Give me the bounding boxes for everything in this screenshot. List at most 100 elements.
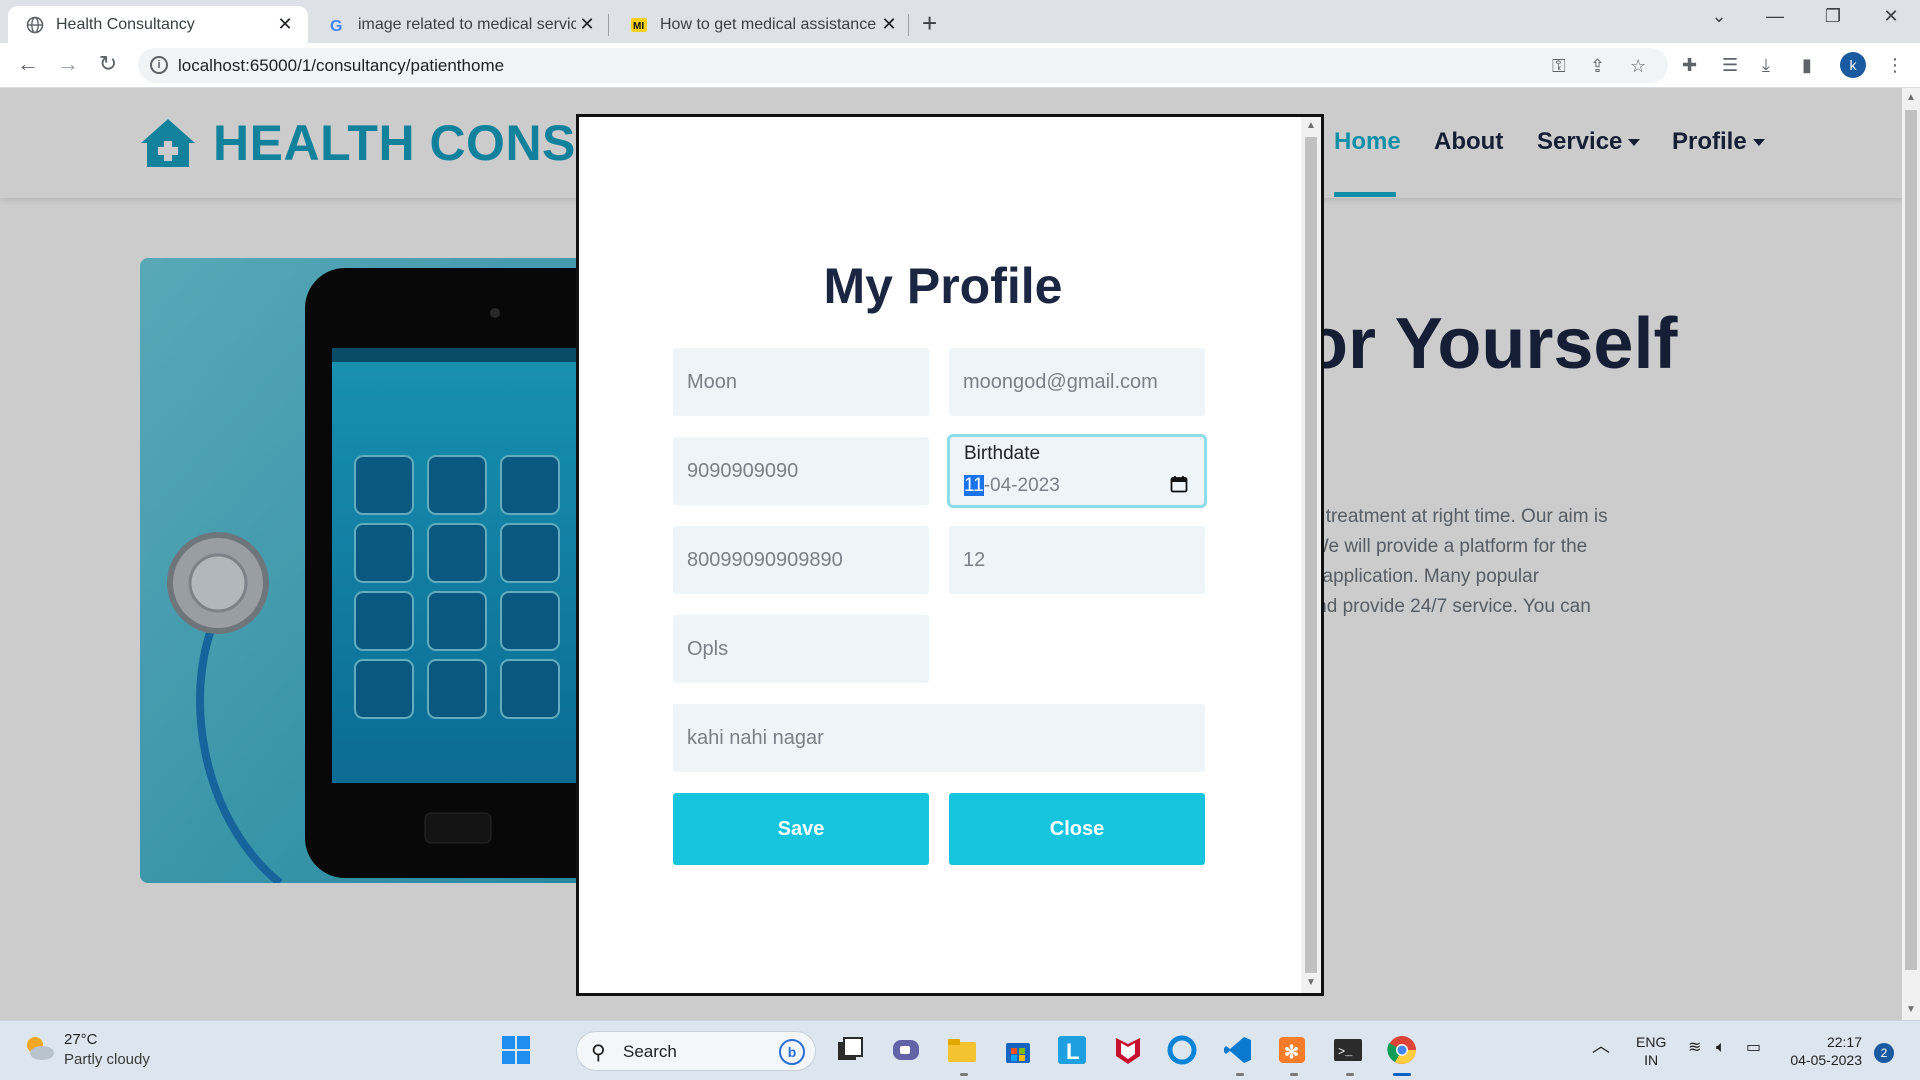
windows-taskbar: 27°C Partly cloudy ⚲ Search b L ✻ >_ ︿ E… xyxy=(0,1020,1920,1080)
show-hidden-icons-chevron-icon[interactable]: ︿ xyxy=(1592,1037,1610,1055)
browser-tab-strip: Health Consultancy ✕ G image related to … xyxy=(0,0,1920,43)
site-info-icon[interactable]: i xyxy=(150,56,168,74)
close-tab-icon[interactable]: ✕ xyxy=(274,14,296,35)
google-icon: G xyxy=(328,16,346,34)
language-indicator[interactable]: ENG IN xyxy=(1636,1033,1666,1069)
running-indicator xyxy=(1290,1073,1298,1076)
terminal-icon[interactable]: >_ xyxy=(1332,1034,1364,1066)
svg-text:>_: >_ xyxy=(1338,1045,1353,1059)
cortana-icon[interactable] xyxy=(1166,1034,1198,1066)
profile-avatar[interactable]: k xyxy=(1840,52,1866,78)
minimize-icon[interactable]: — xyxy=(1752,6,1798,27)
xampp-icon[interactable]: ✻ xyxy=(1276,1034,1308,1066)
close-tab-icon[interactable]: ✕ xyxy=(878,14,900,35)
bing-icon[interactable]: b xyxy=(779,1039,805,1065)
page-scrollbar[interactable]: ▲ ▼ xyxy=(1902,88,1920,1020)
restore-icon[interactable]: ❐ xyxy=(1810,6,1856,27)
tab-title: image related to medical services xyxy=(358,15,576,33)
tab-separator xyxy=(908,14,909,36)
chrome-icon[interactable] xyxy=(1386,1034,1418,1066)
bookmark-star-icon[interactable]: ☆ xyxy=(1630,56,1646,77)
running-indicator-active xyxy=(1393,1073,1411,1076)
task-view-icon[interactable] xyxy=(834,1034,866,1066)
wifi-icon[interactable]: ≋ xyxy=(1688,1039,1701,1057)
running-indicator xyxy=(960,1073,968,1076)
lang-bottom: IN xyxy=(1644,1052,1659,1068)
phone-field[interactable]: 9090909090 xyxy=(673,437,929,505)
name-field[interactable]: Moon xyxy=(673,348,929,416)
extensions-puzzle-icon[interactable]: ✚ xyxy=(1682,55,1697,76)
side-panel-icon[interactable]: ▮ xyxy=(1802,55,1812,76)
globe-icon xyxy=(26,16,44,34)
volume-icon[interactable]: 🔈︎ xyxy=(1716,1039,1726,1057)
forward-arrow-icon[interactable]: → xyxy=(54,51,82,77)
profile-modal: My Profile Moon moongod@gmail.com 909090… xyxy=(576,114,1324,996)
battery-icon[interactable]: ▭ xyxy=(1746,1039,1761,1057)
save-button[interactable]: Save xyxy=(673,793,929,865)
kebab-menu-icon[interactable]: ⋮ xyxy=(1886,55,1904,76)
birthdate-field[interactable]: Birthdate 11-04-2023 xyxy=(947,434,1207,508)
reload-icon[interactable]: ↻ xyxy=(94,51,122,77)
tab-health-consultancy[interactable]: Health Consultancy ✕ xyxy=(8,6,308,43)
svg-text:L: L xyxy=(1066,1039,1079,1064)
clock-time: 22:17 xyxy=(1826,1034,1862,1050)
address-field[interactable]: kahi nahi nagar xyxy=(673,704,1205,772)
vscode-icon[interactable] xyxy=(1222,1034,1254,1066)
new-tab-plus-icon[interactable]: + xyxy=(922,8,937,39)
url-text: localhost:65000/1/consultancy/patienthom… xyxy=(178,56,505,75)
birthdate-rest: -04-2023 xyxy=(983,475,1060,496)
close-button[interactable]: Close xyxy=(949,793,1205,865)
search-icon: ⚲ xyxy=(591,1042,606,1064)
close-tab-icon[interactable]: ✕ xyxy=(576,14,598,35)
calendar-icon[interactable] xyxy=(1170,475,1188,493)
birthdate-label: Birthdate xyxy=(964,443,1041,464)
scroll-down-arrow-icon[interactable]: ▼ xyxy=(1306,977,1316,988)
tab-title: Health Consultancy xyxy=(56,15,195,33)
search-label: Search xyxy=(623,1042,677,1061)
back-arrow-icon[interactable]: ← xyxy=(14,51,42,77)
address-bar[interactable]: i localhost:65000/1/consultancy/patienth… xyxy=(138,48,1668,83)
other-field[interactable]: Opls xyxy=(673,615,929,683)
close-window-icon[interactable]: ✕ xyxy=(1868,6,1914,27)
running-indicator xyxy=(1346,1073,1354,1076)
partly-cloudy-icon[interactable] xyxy=(22,1031,56,1065)
running-indicator xyxy=(1236,1073,1244,1076)
browser-toolbar: ← → ↻ i localhost:65000/1/consultancy/pa… xyxy=(0,43,1920,88)
file-explorer-icon[interactable] xyxy=(946,1034,978,1066)
site-favicon-icon: MI xyxy=(630,16,648,34)
weather-temp[interactable]: 27°C xyxy=(64,1031,98,1048)
birthdate-day-selected[interactable]: 11 xyxy=(964,475,984,496)
media-queue-icon[interactable]: ☰ xyxy=(1722,55,1738,76)
clock-date: 04-05-2023 xyxy=(1790,1052,1862,1068)
notification-badge[interactable]: 2 xyxy=(1874,1043,1894,1063)
teams-chat-icon[interactable] xyxy=(890,1034,922,1066)
share-icon[interactable]: ⇪ xyxy=(1590,56,1605,77)
taskbar-search[interactable]: ⚲ Search b xyxy=(576,1031,816,1071)
svg-text:MI: MI xyxy=(633,21,644,32)
tab-search-chevron-icon[interactable]: ⌄ xyxy=(1696,6,1742,27)
windows-start-icon[interactable] xyxy=(500,1034,532,1066)
modal-title: My Profile xyxy=(823,258,1063,314)
scroll-up-arrow-icon[interactable]: ▲ xyxy=(1306,120,1316,131)
number-field[interactable]: 12 xyxy=(949,526,1205,594)
modal-scrollbar-thumb[interactable] xyxy=(1305,137,1317,973)
tab-medical-assistance[interactable]: MI How to get medical assistance in ✕ xyxy=(612,6,912,43)
download-icon[interactable]: ⤓ xyxy=(1762,55,1770,76)
scroll-up-arrow-icon[interactable]: ▲ xyxy=(1906,92,1916,103)
tab-title: How to get medical assistance in xyxy=(660,15,878,33)
key-icon[interactable]: ⚿ xyxy=(1552,56,1566,77)
page-scrollbar-thumb[interactable] xyxy=(1905,110,1917,970)
weather-desc[interactable]: Partly cloudy xyxy=(64,1051,150,1068)
modal-scrollbar[interactable]: ▲ ▼ xyxy=(1301,117,1321,993)
scroll-down-arrow-icon[interactable]: ▼ xyxy=(1906,1004,1916,1015)
mcafee-icon[interactable] xyxy=(1112,1034,1144,1066)
microsoft-store-icon[interactable] xyxy=(1002,1034,1034,1066)
svg-text:✻: ✻ xyxy=(1284,1042,1299,1062)
clock[interactable]: 22:17 04-05-2023 xyxy=(1786,1033,1862,1069)
tab-separator xyxy=(608,14,609,36)
svg-text:G: G xyxy=(330,18,342,34)
tab-image-related[interactable]: G image related to medical services ✕ xyxy=(310,6,610,43)
id-number-field[interactable]: 80099090909890 xyxy=(673,526,929,594)
l-app-icon[interactable]: L xyxy=(1056,1034,1088,1066)
email-field[interactable]: moongod@gmail.com xyxy=(949,348,1205,416)
